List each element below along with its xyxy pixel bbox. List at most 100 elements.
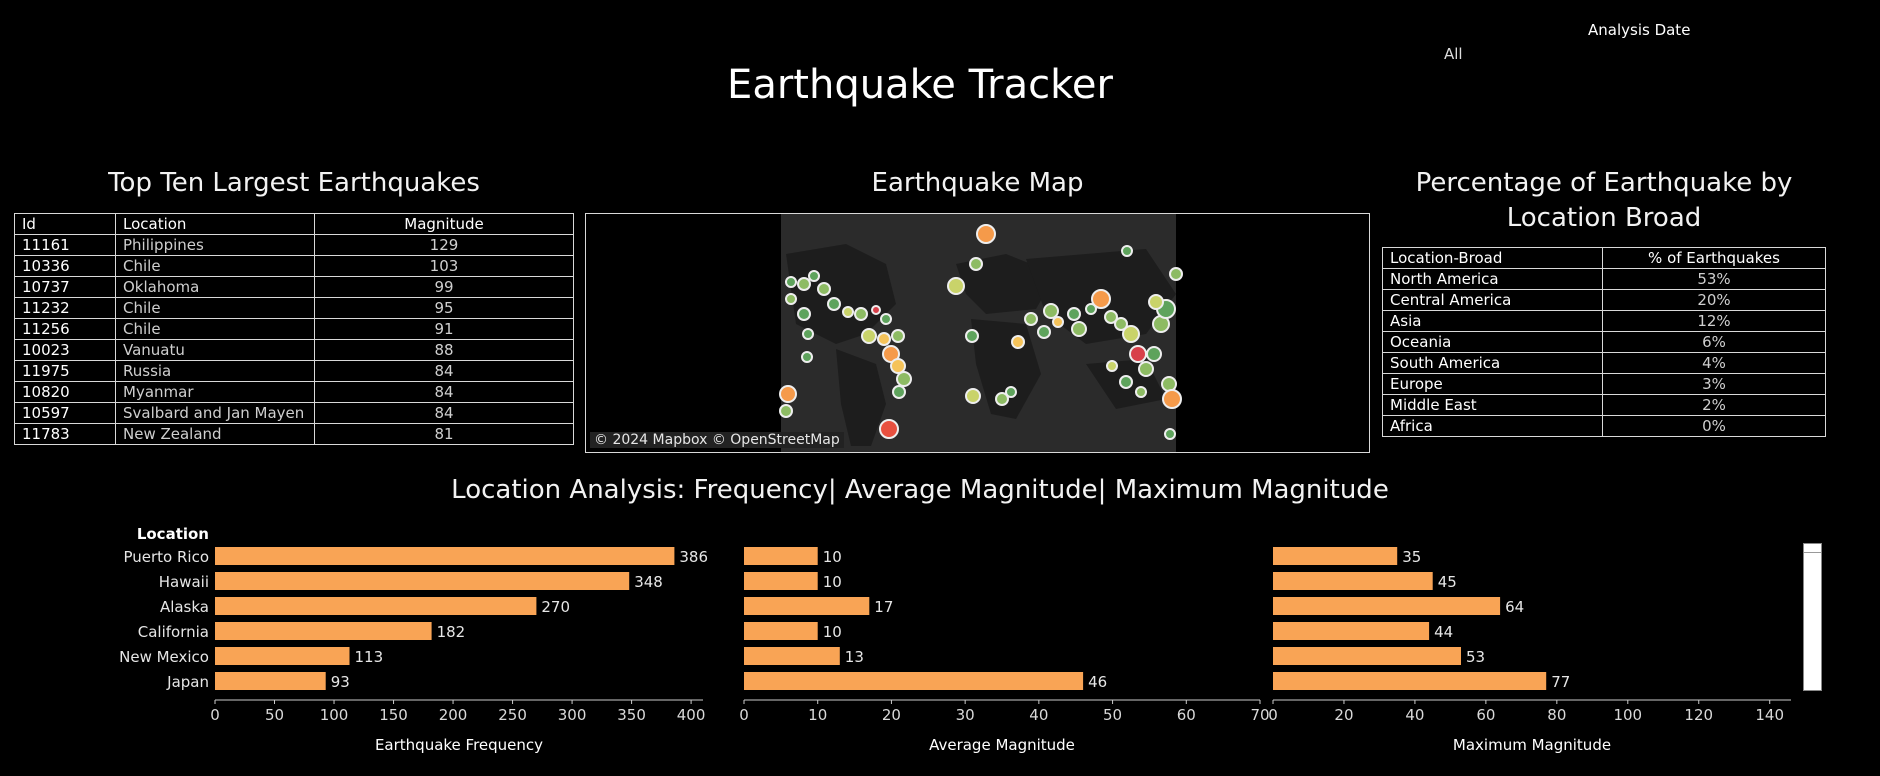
row-magnitude: 88 [314,339,574,361]
data-label: 13 [845,648,864,666]
row-location: Svalbard and Jan Mayen [115,402,315,424]
x-tick-label: 60 [1476,706,1495,724]
row-header-location: Location [137,525,209,543]
vertical-scrollbar[interactable] [1803,543,1822,691]
table-row[interactable]: 11256 Chile 91 [14,318,574,340]
table-row[interactable]: 10597 Svalbard and Jan Mayen 84 [14,402,574,424]
row-region: Europe [1382,373,1603,395]
top-ten-title: Top Ten Largest Earthquakes [108,168,480,198]
analysis-date-label: Analysis Date [1588,21,1691,39]
col-header-magnitude: Magnitude [314,213,574,235]
row-percent: 12% [1602,310,1826,332]
bar [215,647,350,665]
x-tick-label: 40 [1029,706,1048,724]
table-row[interactable]: Middle East 2% [1382,394,1826,416]
row-id: 10820 [14,381,116,403]
bar [744,622,818,640]
analysis-date-filter[interactable]: All [1444,45,1463,63]
row-location: Vanuatu [115,339,315,361]
bar [744,572,818,590]
data-label: 45 [1438,573,1457,591]
table-row[interactable]: 10737 Oklahoma 99 [14,276,574,298]
row-location: Russia [115,360,315,382]
table-row[interactable]: 10336 Chile 103 [14,255,574,277]
table-row[interactable]: 11975 Russia 84 [14,360,574,382]
x-tick-label: 100 [320,706,349,724]
x-tick-label: 80 [1547,706,1566,724]
col-header-id: Id [14,213,116,235]
bar [215,672,326,690]
col-header-location: Location [115,213,315,235]
data-label: 77 [1551,673,1570,691]
row-id: 11232 [14,297,116,319]
x-axis-title: Earthquake Frequency [375,736,543,754]
row-magnitude: 81 [314,423,574,445]
x-tick-label: 70 [1250,706,1269,724]
map-canvas[interactable] [586,214,1369,452]
x-tick-label: 20 [882,706,901,724]
table-row[interactable]: 11232 Chile 95 [14,297,574,319]
bar [744,672,1084,690]
data-label: 348 [634,573,663,591]
map-title: Earthquake Map [871,168,1084,198]
row-magnitude: 129 [314,234,574,256]
row-id: 11783 [14,423,116,445]
bar [215,572,630,590]
table-row[interactable]: 10820 Myanmar 84 [14,381,574,403]
row-location: New Zealand [115,423,315,445]
data-label: 270 [541,598,570,616]
data-label: 17 [874,598,893,616]
x-axis-title: Average Magnitude [929,736,1075,754]
x-tick-label: 0 [210,706,220,724]
scrollbar-thumb[interactable] [1804,544,1821,553]
table-row[interactable]: North America 53% [1382,268,1826,290]
bar [744,547,818,565]
earthquake-map[interactable] [585,213,1370,453]
row-id: 10023 [14,339,116,361]
x-tick-label: 300 [558,706,587,724]
row-location: Philippines [115,234,315,256]
data-label: 35 [1402,548,1421,566]
row-region: Asia [1382,310,1603,332]
row-percent: 2% [1602,394,1826,416]
x-tick-label: 120 [1684,706,1713,724]
data-label: 93 [331,673,350,691]
bar [1273,572,1433,590]
row-location: Chile [115,255,315,277]
table-row[interactable]: 11161 Philippines 129 [14,234,574,256]
table-row[interactable]: Europe 3% [1382,373,1826,395]
col-header-percent: % of Earthquakes [1602,247,1826,269]
row-magnitude: 99 [314,276,574,298]
table-row[interactable]: South America 4% [1382,352,1826,374]
row-id: 10336 [14,255,116,277]
table-row[interactable]: 10023 Vanuatu 88 [14,339,574,361]
x-tick-label: 400 [677,706,706,724]
table-row[interactable]: Asia 12% [1382,310,1826,332]
x-tick-label: 200 [439,706,468,724]
data-label: 53 [1466,648,1485,666]
table-row[interactable]: 11783 New Zealand 81 [14,423,574,445]
row-magnitude: 95 [314,297,574,319]
category-label: Puerto Rico [123,548,209,566]
data-label: 64 [1505,598,1524,616]
x-tick-label: 350 [617,706,646,724]
page-title: Earthquake Tracker [727,62,1113,108]
top-ten-table: Id Location Magnitude 11161 Philippines 12… [14,213,574,445]
x-tick-label: 0 [1268,706,1278,724]
row-region: South America [1382,352,1603,374]
row-region: Oceania [1382,331,1603,353]
table-row[interactable]: Africa 0% [1382,415,1826,437]
bar [744,597,870,615]
x-tick-label: 50 [1103,706,1122,724]
table-row[interactable]: Central America 20% [1382,289,1826,311]
row-percent: 0% [1602,415,1826,437]
row-id: 11975 [14,360,116,382]
location-analysis-chart: Location Puerto Rico Hawaii Alaska Californi… [119,525,1791,754]
percent-title-line2: Location Broad [1506,203,1702,233]
row-percent: 6% [1602,331,1826,353]
row-magnitude: 84 [314,360,574,382]
table-row[interactable]: Oceania 6% [1382,331,1826,353]
x-tick-label: 60 [1177,706,1196,724]
bar [1273,672,1547,690]
row-magnitude: 103 [314,255,574,277]
